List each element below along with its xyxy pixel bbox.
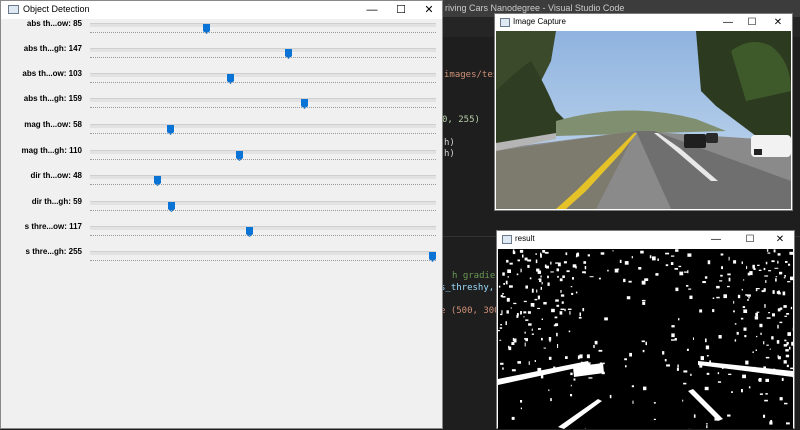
result-titlebar[interactable]: result — ☐ ✕ [497,231,794,248]
trackbar-row: dir th...ow: 48 [1,170,442,196]
trackbar-row: mag th...ow: 58 [1,119,442,145]
close-button[interactable]: ✕ [765,14,791,31]
image-capture-titlebar[interactable]: Image Capture — ☐ ✕ [495,14,792,31]
trackbar-track[interactable] [90,23,436,27]
maximize-button[interactable]: ☐ [387,1,415,19]
trackbar-ticks [90,184,436,186]
window-app-icon [8,5,19,14]
trackbar-label: abs th...gh: 147 [24,44,82,53]
minimize-button[interactable]: — [358,1,386,19]
trackbar-ticks [90,133,436,135]
trackbar-ticks [90,235,436,237]
close-button[interactable]: ✕ [767,231,793,248]
minimize-button[interactable]: — [715,14,741,31]
trackbar-label: abs th...ow: 85 [27,19,82,28]
trackbar-label: dir th...gh: 59 [32,197,82,206]
maximize-button[interactable]: ☐ [739,14,765,31]
trackbar-thumb[interactable] [301,96,308,106]
trackbar-thumb[interactable] [168,199,175,209]
road-camera-image [496,31,791,209]
trackbar-label: abs th...ow: 103 [22,69,82,78]
trackbar-track[interactable] [90,73,436,77]
trackbar-track[interactable] [90,175,436,179]
window-title: Image Capture [513,17,566,26]
window-app-icon [502,235,512,244]
trackbar-thumb[interactable] [429,249,436,259]
object-detection-titlebar[interactable]: Object Detection — ☐ ✕ [1,1,442,19]
trackbar-track[interactable] [90,98,436,102]
minimize-button[interactable]: — [703,231,729,248]
trackbar-row: abs th...ow: 103 [1,68,442,94]
trackbar-row: abs th...ow: 85 [1,18,442,44]
trackbar-label: s thre...gh: 255 [26,247,82,256]
code-line: h) [444,149,455,159]
trackbar-ticks [90,57,436,59]
trackbar-thumb[interactable] [167,122,174,132]
trackbar-label: mag th...ow: 58 [24,120,82,129]
trackbar-row: mag th...gh: 110 [1,145,442,171]
trackbar-ticks [90,210,436,212]
trackbar-thumb[interactable] [203,21,210,31]
image-capture-window: Image Capture — ☐ ✕ [494,13,793,211]
trackbar-row: s thre...gh: 255 [1,246,442,272]
trackbar-track[interactable] [90,226,436,230]
trackbar-track[interactable] [90,124,436,128]
trackbar-row: s thre...ow: 117 [1,221,442,247]
result-window: result — ☐ ✕ [496,230,795,429]
trackbar-track[interactable] [90,48,436,52]
trackbar-thumb[interactable] [227,71,234,81]
trackbar-ticks [90,260,436,262]
trackbar-ticks [90,32,436,34]
trackbar-label: dir th...ow: 48 [30,171,82,180]
binary-threshold-image [498,249,793,429]
trackbar-track[interactable] [90,251,436,255]
trackbar-row: abs th...gh: 159 [1,93,442,119]
window-title: Object Detection [23,4,90,14]
code-line: e (500, 300 [440,306,500,316]
trackbar-thumb[interactable] [285,46,292,56]
close-button[interactable]: ✕ [415,1,443,19]
window-title: result [515,234,535,243]
trackbar-label: abs th...gh: 159 [24,94,82,103]
trackbar-thumb[interactable] [246,224,253,234]
trackbar-track[interactable] [90,201,436,205]
code-line: 0, 255) [442,115,480,125]
trackbar-row: dir th...gh: 59 [1,196,442,222]
trackbar-ticks [90,107,436,109]
trackbar-label: s thre...ow: 117 [25,222,82,231]
trackbar-label: mag th...gh: 110 [22,146,82,155]
trackbar-ticks [90,159,436,161]
trackbar-track[interactable] [90,150,436,154]
trackbar-ticks [90,82,436,84]
vscode-title: riving Cars Nanodegree - Visual Studio C… [445,3,624,13]
trackbar-thumb[interactable] [154,173,161,183]
trackbar-thumb[interactable] [236,148,243,158]
object-detection-window: Object Detection — ☐ ✕ abs th...ow: 85 ab… [0,0,443,429]
maximize-button[interactable]: ☐ [737,231,763,248]
window-app-icon [500,18,510,27]
trackbar-row: abs th...gh: 147 [1,43,442,69]
code-line: h) [444,138,455,148]
